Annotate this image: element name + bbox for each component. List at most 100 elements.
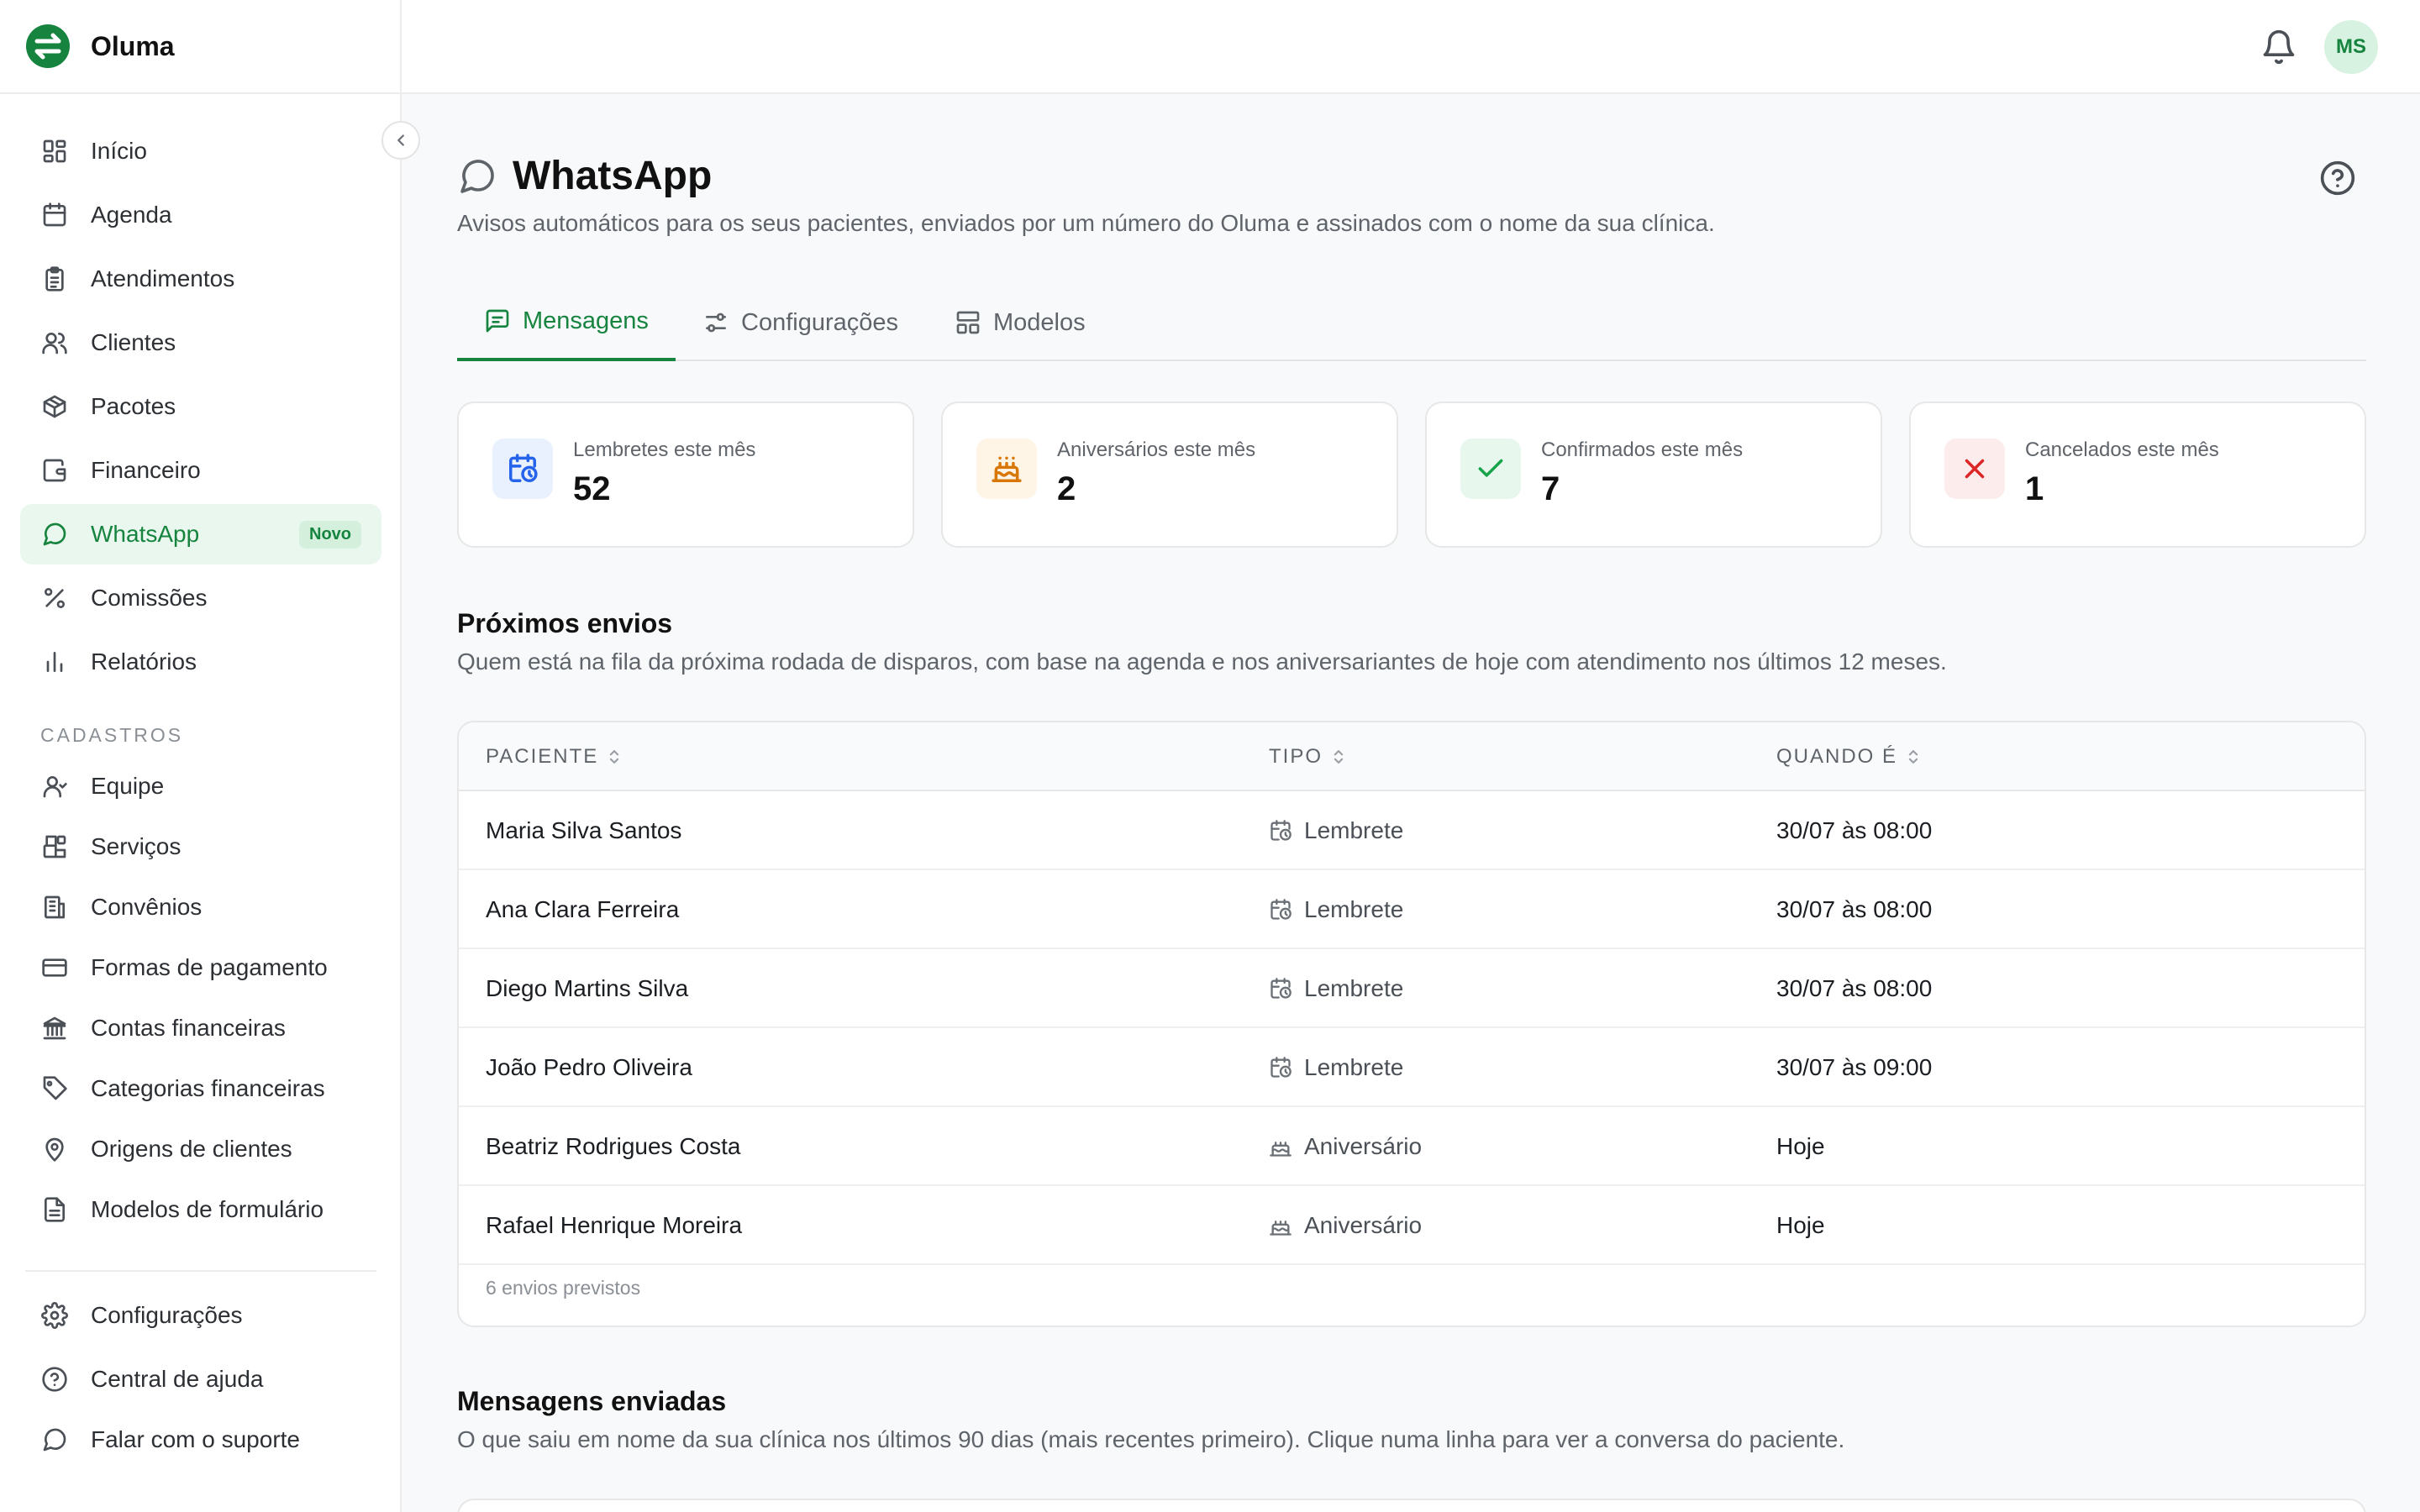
brand-name: Oluma bbox=[91, 30, 175, 61]
stat-icon-box bbox=[492, 438, 553, 499]
column-label: PACIENTE bbox=[486, 745, 599, 768]
type-label: Lembrete bbox=[1304, 1054, 1404, 1080]
sidebar-item-formas-pagamento[interactable]: Formas de pagamento bbox=[20, 937, 381, 998]
map-pin-icon bbox=[45, 1137, 64, 1162]
tab-label: Mensagens bbox=[523, 307, 649, 334]
gear-icon bbox=[41, 1302, 68, 1329]
tab-mensagens[interactable]: Mensagens bbox=[457, 284, 676, 361]
section-label-cadastros: CADASTROS bbox=[40, 724, 184, 746]
table-row[interactable]: Maria Silva Santos Lembrete 30/07 às 08:… bbox=[459, 791, 2365, 870]
table-row[interactable]: Beatriz Rodrigues Costa Aniversário Hoje bbox=[459, 1107, 2365, 1186]
calendar-icon bbox=[43, 202, 66, 227]
calendar-clock-icon bbox=[1270, 978, 1292, 999]
sidebar-item-modelos-formulario[interactable]: Modelos de formulário bbox=[20, 1179, 381, 1240]
collapse-sidebar-button[interactable] bbox=[381, 121, 420, 160]
cell-when: Hoje bbox=[1776, 1212, 1825, 1238]
cell-patient: Maria Silva Santos bbox=[486, 817, 682, 843]
sidebar-item-categorias-financeiras[interactable]: Categorias financeiras bbox=[20, 1058, 381, 1119]
tab-configuracoes[interactable]: Configurações bbox=[702, 284, 898, 361]
type-label: Lembrete bbox=[1304, 896, 1404, 922]
sidebar-item-label: Atendimentos bbox=[91, 265, 235, 291]
cell-when: 30/07 às 08:00 bbox=[1776, 817, 1933, 843]
upcoming-table: PACIENTE TIPO QUANDO É Maria Silva Santo… bbox=[457, 721, 2366, 1327]
section-desc-sent: O que saiu em nome da sua clínica nos úl… bbox=[457, 1426, 1845, 1452]
cell-type: Lembrete bbox=[1269, 870, 1403, 949]
sidebar-item-agenda[interactable]: Agenda bbox=[20, 185, 381, 245]
stat-value: 1 bbox=[2025, 470, 2044, 507]
cell-when: Hoje bbox=[1776, 1133, 1825, 1159]
sidebar-item-label: Equipe bbox=[91, 773, 165, 799]
sidebar-item-contas-financeiras[interactable]: Contas financeiras bbox=[20, 998, 381, 1058]
brand[interactable]: Oluma bbox=[0, 0, 400, 94]
tabs: Mensagens Configurações Modelos bbox=[457, 284, 2366, 361]
table-header: PACIENTE TIPO QUANDO É bbox=[459, 722, 2365, 791]
sidebar-item-label: Serviços bbox=[91, 833, 182, 859]
sidebar-item-configuracoes[interactable]: Configurações bbox=[20, 1285, 381, 1346]
cell-type: Lembrete bbox=[1269, 1028, 1403, 1107]
type-label: Aniversário bbox=[1304, 1133, 1423, 1159]
sidebar-item-financeiro[interactable]: Financeiro bbox=[20, 440, 381, 501]
tab-modelos[interactable]: Modelos bbox=[955, 284, 1086, 361]
sort-icon bbox=[610, 750, 619, 764]
table-row[interactable]: Diego Martins Silva Lembrete 30/07 às 08… bbox=[459, 949, 2365, 1028]
sidebar-item-origens-clientes[interactable]: Origens de clientes bbox=[20, 1119, 381, 1179]
sidebar-item-relatorios[interactable]: Relatórios bbox=[20, 632, 381, 692]
sidebar-item-atendimentos[interactable]: Atendimentos bbox=[20, 249, 381, 309]
sidebar-item-label: Contas financeiras bbox=[91, 1015, 286, 1041]
calendar-clock-icon bbox=[1270, 899, 1292, 920]
clipboard-icon bbox=[45, 266, 64, 291]
sidebar-item-label: Financeiro bbox=[91, 457, 201, 483]
cake-icon bbox=[1270, 1221, 1292, 1236]
message-square-icon bbox=[486, 309, 509, 333]
building-icon bbox=[45, 895, 65, 919]
table-row[interactable]: João Pedro Oliveira Lembrete 30/07 às 09… bbox=[459, 1028, 2365, 1107]
sidebar-item-label: Central de ajuda bbox=[91, 1366, 264, 1392]
help-icon[interactable] bbox=[2319, 160, 2356, 197]
table-row[interactable]: Ana Clara Ferreira Lembrete 30/07 às 08:… bbox=[459, 870, 2365, 949]
calendar-clock-icon bbox=[509, 454, 538, 482]
stat-card-cancelados: Cancelados este mês 1 bbox=[1909, 402, 2366, 548]
column-header-quando[interactable]: QUANDO É bbox=[1776, 722, 1921, 791]
sidebar-item-label: Agenda bbox=[91, 202, 172, 228]
sidebar-item-label: Convênios bbox=[91, 894, 203, 920]
chat-icon bbox=[43, 1428, 66, 1452]
sidebar-item-whatsapp[interactable]: WhatsApp Novo bbox=[20, 504, 381, 564]
type-label: Lembrete bbox=[1304, 817, 1404, 843]
cell-patient: Ana Clara Ferreira bbox=[486, 896, 680, 922]
bank-icon bbox=[43, 1016, 66, 1040]
tab-label: Modelos bbox=[993, 308, 1086, 336]
percent-icon bbox=[45, 588, 65, 608]
column-header-tipo[interactable]: TIPO bbox=[1269, 722, 1346, 791]
sidebar-item-comissoes[interactable]: Comissões bbox=[20, 568, 381, 628]
sidebar-item-pacotes[interactable]: Pacotes bbox=[20, 376, 381, 437]
blocks-icon bbox=[43, 835, 66, 858]
sidebar-item-convenios[interactable]: Convênios bbox=[20, 877, 381, 937]
sidebar-item-label: WhatsApp bbox=[91, 521, 200, 547]
sidebar-item-label: Modelos de formulário bbox=[91, 1196, 324, 1222]
sidebar-item-inicio[interactable]: Início bbox=[20, 121, 381, 181]
x-icon bbox=[1965, 459, 1985, 479]
sidebar-item-label: Início bbox=[91, 138, 147, 164]
stat-icon-box bbox=[1460, 438, 1521, 499]
stat-icon-box bbox=[976, 438, 1037, 499]
type-label: Lembrete bbox=[1304, 975, 1404, 1001]
sidebar-item-label: Relatórios bbox=[91, 648, 197, 675]
column-label: QUANDO É bbox=[1776, 745, 1898, 768]
grid-icon bbox=[43, 139, 66, 163]
column-header-paciente[interactable]: PACIENTE bbox=[486, 722, 622, 791]
stat-label: Aniversários este mês bbox=[1057, 438, 1256, 461]
sidebar-item-equipe[interactable]: Equipe bbox=[20, 756, 381, 816]
sort-icon bbox=[1908, 750, 1918, 764]
sidebar-item-suporte[interactable]: Falar com o suporte bbox=[20, 1410, 381, 1470]
cell-patient: Beatriz Rodrigues Costa bbox=[486, 1133, 741, 1159]
check-icon bbox=[1478, 459, 1503, 477]
cell-when: 30/07 às 08:00 bbox=[1776, 896, 1933, 922]
bell-icon[interactable] bbox=[2260, 29, 2297, 66]
stat-icon-box bbox=[1944, 438, 2005, 499]
table-row[interactable]: Rafael Henrique Moreira Aniversário Hoje bbox=[459, 1186, 2365, 1265]
table-footer-count: 6 envios previstos bbox=[486, 1277, 641, 1299]
sidebar-item-central-ajuda[interactable]: Central de ajuda bbox=[20, 1349, 381, 1410]
sidebar-item-clientes[interactable]: Clientes bbox=[20, 312, 381, 373]
sidebar-item-servicos[interactable]: Serviços bbox=[20, 816, 381, 877]
avatar[interactable]: MS bbox=[2324, 20, 2378, 74]
